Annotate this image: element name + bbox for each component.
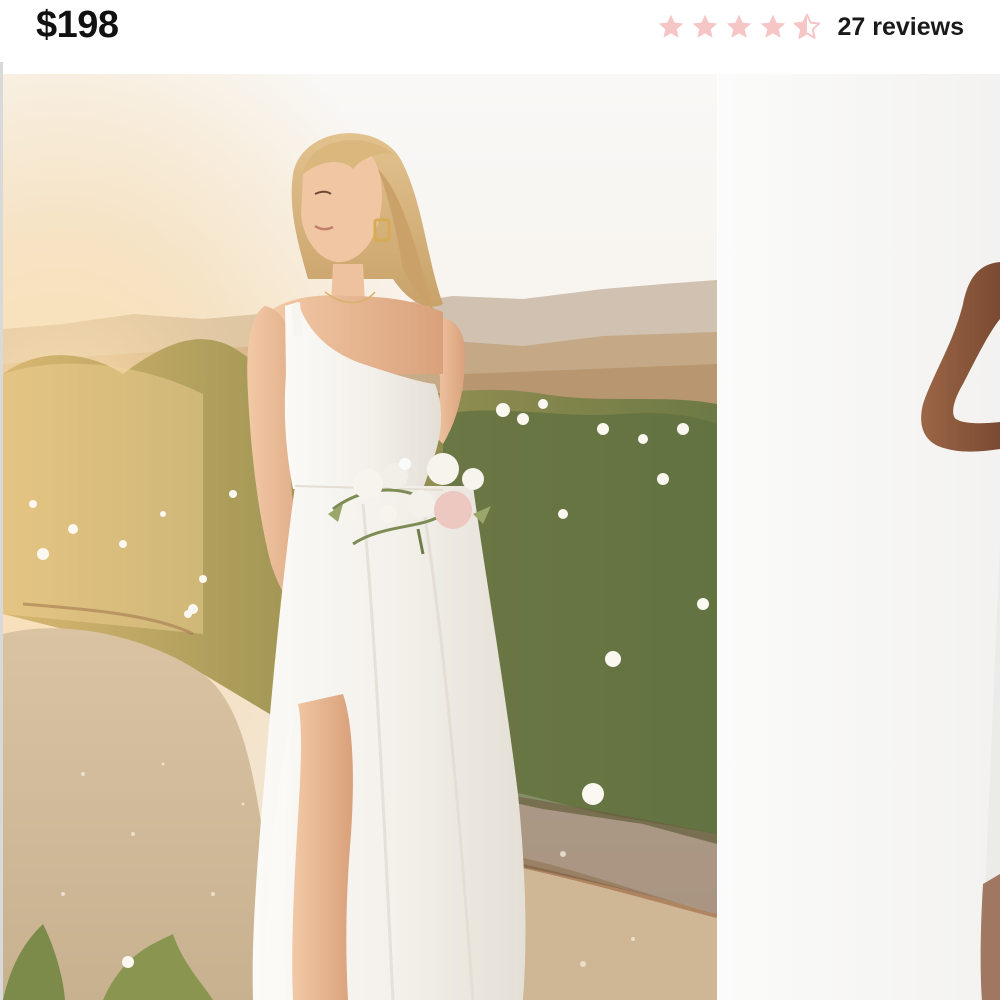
rating-summary[interactable]: 27 reviews: [656, 10, 965, 44]
star-rating[interactable]: [656, 12, 826, 42]
image-gallery: [0, 74, 1000, 1000]
star-full-icon: [658, 14, 683, 38]
product-price: $198: [36, 4, 119, 46]
gallery-image-secondary[interactable]: [718, 74, 1000, 1000]
reviews-link[interactable]: 27 reviews: [838, 13, 965, 42]
model-in-garden-photo: [3, 74, 717, 1000]
star-full-icon: [726, 14, 751, 38]
star-full-icon: [692, 14, 717, 38]
product-page: $198 27 reviews: [0, 0, 1000, 1000]
star-full-icon: [760, 14, 785, 38]
gallery-image-main[interactable]: [3, 74, 717, 1000]
product-header: $198 27 reviews: [0, 0, 1000, 62]
model-studio-photo: [718, 74, 1000, 1000]
star-half-icon: [793, 13, 820, 39]
